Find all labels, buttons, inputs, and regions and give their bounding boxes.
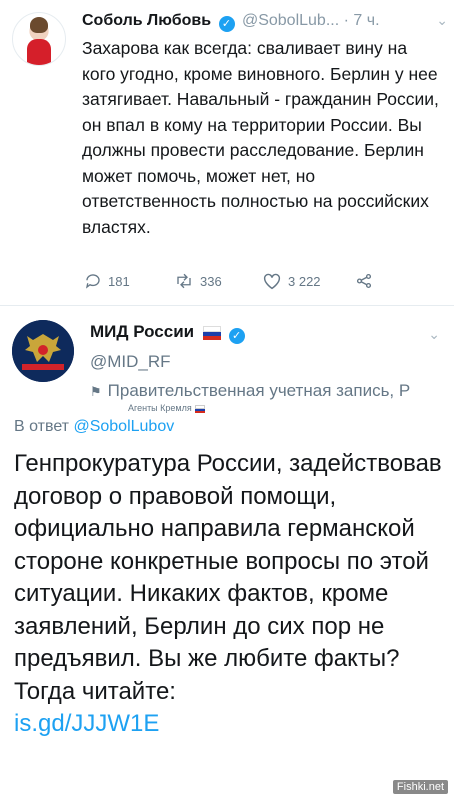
agents-label: Агенты Кремля bbox=[128, 403, 205, 413]
government-flag-icon: ⚑ bbox=[90, 384, 102, 399]
reply-count: 181 bbox=[108, 274, 130, 289]
government-account-label: ⚑ Правительственная учетная запись, Р bbox=[90, 381, 410, 401]
chevron-down-icon[interactable]: ⌄ bbox=[428, 326, 440, 343]
reply-context: В ответ @SobolLubov bbox=[14, 418, 174, 436]
retweet-icon bbox=[177, 273, 191, 289]
author-handle[interactable]: @MID_RF bbox=[90, 352, 171, 372]
avatar-hair bbox=[30, 17, 48, 33]
avatar-mid[interactable] bbox=[12, 320, 74, 382]
verified-badge-icon: ✓ bbox=[228, 328, 245, 344]
heart-icon bbox=[263, 273, 281, 290]
coat-of-arms-icon bbox=[12, 320, 74, 382]
gov-label-text: Правительственная учетная запись, Р bbox=[107, 381, 411, 400]
verified-badge-icon: ✓ bbox=[218, 16, 235, 32]
tweet-divider bbox=[0, 305, 454, 306]
agents-label-text: Агенты Кремля bbox=[128, 403, 192, 413]
reply-prefix: В ответ bbox=[14, 418, 70, 435]
avatar-dress bbox=[27, 39, 51, 65]
watermark: Fishki.net bbox=[392, 780, 448, 794]
tweet-sobol[interactable]: Соболь Любовь ✓ @SobolLub... · 7 ч. ⌄ За… bbox=[0, 0, 454, 305]
tweet2-body: Генпрокуратура России, задействовав дого… bbox=[14, 450, 442, 705]
tweet1-header: Соболь Любовь ✓ @SobolLub... · 7 ч. bbox=[82, 12, 446, 34]
tweet-time: · 7 ч. bbox=[343, 12, 380, 29]
like-button[interactable]: 3 222 bbox=[262, 272, 321, 290]
share-button[interactable] bbox=[354, 272, 380, 290]
tweet2-link[interactable]: is.gd/JJJW1E bbox=[14, 710, 159, 737]
retweet-count: 336 bbox=[200, 274, 222, 289]
chevron-down-icon[interactable]: ⌄ bbox=[436, 12, 448, 29]
tweet1-text: Захарова как всегда: сваливает вину на к… bbox=[82, 38, 439, 237]
mini-russia-flag-icon bbox=[194, 405, 205, 413]
author-name[interactable]: Соболь Любовь bbox=[82, 12, 211, 29]
russia-flag-icon bbox=[202, 326, 221, 340]
retweet-button[interactable]: 336 bbox=[174, 272, 222, 290]
author-handle[interactable]: @SobolLub... bbox=[242, 12, 339, 29]
avatar-sobol[interactable] bbox=[12, 12, 66, 66]
reply-icon bbox=[85, 274, 100, 289]
author-name[interactable]: МИД России bbox=[90, 322, 194, 341]
tweet2-text: Генпрокуратура России, задействовав дого… bbox=[14, 448, 450, 741]
share-icon bbox=[356, 273, 372, 289]
reply-button[interactable]: 181 bbox=[84, 272, 130, 290]
like-count: 3 222 bbox=[288, 274, 321, 289]
reply-to-link[interactable]: @SobolLubov bbox=[73, 418, 174, 435]
tweet2-header: МИД России ✓ bbox=[90, 322, 248, 344]
